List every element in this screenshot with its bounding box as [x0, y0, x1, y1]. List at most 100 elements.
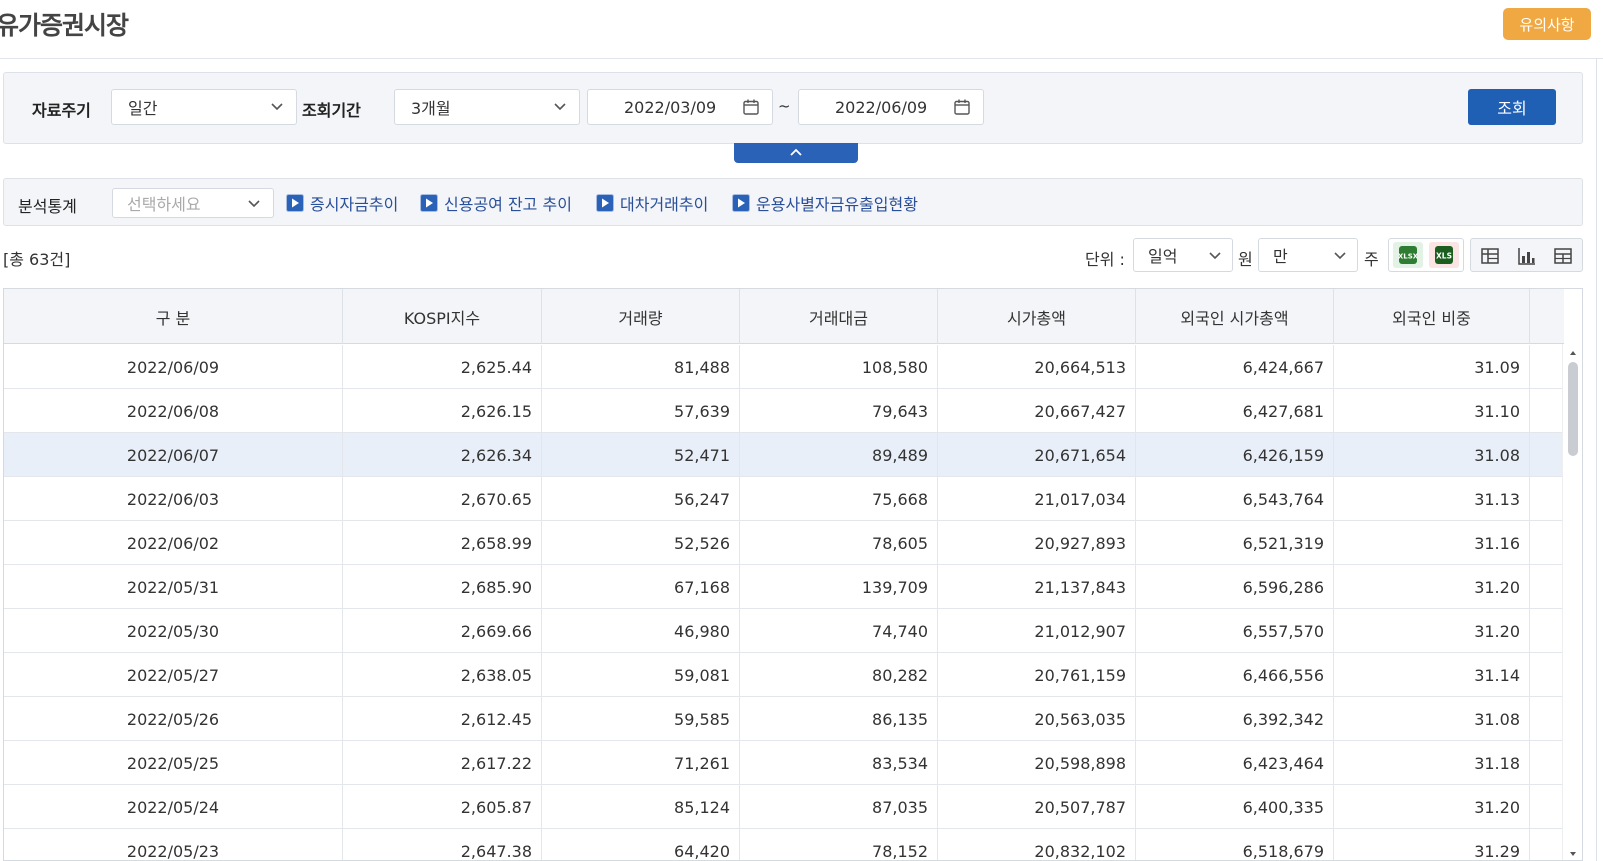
link-credit-balance[interactable]: 신용공여 잔고 추이 — [420, 191, 572, 215]
cell-col-volume: 64,420 — [542, 829, 740, 860]
cell-col-kospi: 2,612.45 — [343, 697, 542, 741]
unit-label: 단위 : — [1085, 250, 1125, 269]
total-count: [총 63건] — [3, 250, 71, 269]
chart-view-icon[interactable] — [1517, 246, 1537, 266]
cell-col-kospi: 2,647.38 — [343, 829, 542, 860]
date-to-value: 2022/06/09 — [835, 97, 928, 117]
date-to-field[interactable]: 2022/06/09 — [798, 89, 984, 125]
grid-view-icon[interactable] — [1553, 246, 1573, 266]
money-unit-select[interactable]: 일억 — [1133, 238, 1233, 272]
period-select[interactable]: 일간 — [111, 89, 297, 125]
date-from-value: 2022/03/09 — [624, 97, 717, 117]
table-row[interactable]: 2022/05/25 2,617.22 71,261 83,534 20,598,898… — [4, 741, 1564, 785]
grid-body: 2022/06/09 2,625.44 81,488 108,580 20,664,51… — [4, 345, 1564, 860]
analysis-select[interactable]: 선택하세요 — [112, 188, 274, 218]
table-row[interactable]: 2022/05/31 2,685.90 67,168 139,709 21,137,84… — [4, 565, 1564, 609]
cell-col-kospi: 2,625.44 — [343, 345, 542, 389]
calendar-icon[interactable] — [953, 98, 971, 116]
cell-col-kospi: 2,685.90 — [343, 565, 542, 609]
cell-col-kospi: 2,658.99 — [343, 521, 542, 565]
share-unit-value: 만 — [1273, 247, 1288, 266]
header-col-volume: 거래량 — [542, 289, 740, 344]
header-col-foreign-cap: 외국인 시가총액 — [1136, 289, 1334, 344]
link-market-funds[interactable]: 증시자금추이 — [286, 191, 398, 215]
cell-col-market-cap: 20,563,035 — [938, 697, 1136, 741]
link-lending-trend[interactable]: 대차거래추이 — [596, 191, 708, 215]
analysis-select-placeholder: 선택하세요 — [127, 195, 201, 214]
table-row[interactable]: 2022/06/02 2,658.99 52,526 78,605 20,927,893… — [4, 521, 1564, 565]
cell-col-foreign-ratio: 31.10 — [1334, 389, 1530, 433]
cell-col-volume: 71,261 — [542, 741, 740, 785]
table-row[interactable]: 2022/05/23 2,647.38 64,420 78,152 20,832,102… — [4, 829, 1564, 860]
cell-col-volume: 59,081 — [542, 653, 740, 697]
cell-col-market-cap: 21,017,034 — [938, 477, 1136, 521]
cell-col-value: 108,580 — [740, 345, 938, 389]
cell-col-kospi: 2,626.15 — [343, 389, 542, 433]
data-grid: 구 분 KOSPI지수 거래량 거래대금 시가총액 외국인 시가총액 외국인 비중 2022… — [3, 288, 1583, 861]
table-row[interactable]: 2022/05/27 2,638.05 59,081 80,282 20,761,159… — [4, 653, 1564, 697]
period-select-value: 일간 — [128, 99, 158, 118]
calendar-icon[interactable] — [742, 98, 760, 116]
cell-col-kospi: 2,638.05 — [343, 653, 542, 697]
share-unit-select[interactable]: 만 — [1258, 238, 1358, 272]
cell-col-foreign-cap: 6,596,286 — [1136, 565, 1334, 609]
header-col-market-cap: 시가총액 — [938, 289, 1136, 344]
scroll-up-icon[interactable] — [1569, 349, 1577, 357]
search-button[interactable]: 조회 — [1468, 89, 1556, 125]
grid-header: 구 분 KOSPI지수 거래량 거래대금 시가총액 외국인 시가총액 외국인 비중 — [4, 289, 1564, 344]
cell-col-value: 79,643 — [740, 389, 938, 433]
cell-col-kospi: 2,670.65 — [343, 477, 542, 521]
chevron-up-icon — [790, 148, 802, 156]
table-row[interactable]: 2022/05/26 2,612.45 59,585 86,135 20,563,035… — [4, 697, 1564, 741]
cell-col-foreign-ratio: 31.20 — [1334, 785, 1530, 829]
cell-col-foreign-cap: 6,424,667 — [1136, 345, 1334, 389]
range-select[interactable]: 3개월 — [394, 89, 580, 125]
link-fund-flow[interactable]: 운용사별자금유출입현황 — [732, 191, 918, 215]
link-label: 대차거래추이 — [620, 195, 709, 214]
table-row[interactable]: 2022/05/30 2,669.66 46,980 74,740 21,012,907… — [4, 609, 1564, 653]
cell-col-market-cap: 20,667,427 — [938, 389, 1136, 433]
cell-col-market-cap: 21,137,843 — [938, 565, 1136, 609]
xls-download-button[interactable]: XLS — [1429, 242, 1459, 268]
cell-col-kospi: 2,626.34 — [343, 433, 542, 477]
cell-col-date: 2022/05/25 — [4, 741, 343, 785]
cell-col-date: 2022/05/26 — [4, 697, 343, 741]
cell-col-foreign-cap: 6,466,556 — [1136, 653, 1334, 697]
cell-col-date: 2022/06/07 — [4, 433, 343, 477]
scroll-down-icon[interactable] — [1569, 850, 1577, 858]
xlsx-download-icon: XLSX — [1398, 246, 1419, 264]
notice-button[interactable]: 유의사항 — [1503, 8, 1591, 40]
chevron-down-icon — [1334, 252, 1346, 260]
cell-col-market-cap: 20,664,513 — [938, 345, 1136, 389]
cell-col-market-cap: 20,507,787 — [938, 785, 1136, 829]
scroll-thumb[interactable] — [1568, 362, 1578, 456]
cell-col-date: 2022/06/08 — [4, 389, 343, 433]
xlsx-download-button[interactable]: XLSX — [1393, 242, 1423, 268]
svg-text:XLSX: XLSX — [1398, 253, 1419, 261]
chevron-down-icon — [248, 200, 260, 208]
chevron-down-icon — [271, 103, 283, 111]
table-row[interactable]: 2022/06/03 2,670.65 56,247 75,668 21,017,034… — [4, 477, 1564, 521]
header-col-date: 구 분 — [4, 289, 343, 344]
cell-col-foreign-ratio: 31.18 — [1334, 741, 1530, 785]
cell-col-value: 75,668 — [740, 477, 938, 521]
cell-col-foreign-ratio: 31.20 — [1334, 565, 1530, 609]
cell-col-value: 87,035 — [740, 785, 938, 829]
cell-col-foreign-cap: 6,557,570 — [1136, 609, 1334, 653]
search-panel: 자료주기 일간 조회기간 3개월 2022/03/09 ~ 2022/06/09… — [3, 72, 1583, 144]
table-row[interactable]: 2022/06/09 2,625.44 81,488 108,580 20,664,51… — [4, 345, 1564, 389]
excel-download-group: XLSX XLS — [1388, 238, 1464, 272]
table-view-icon[interactable] — [1480, 246, 1500, 266]
analysis-bar: 분석통계 선택하세요 증시자금추이 신용공여 잔고 추이 대차거래추이 운용사별… — [3, 178, 1583, 226]
collapse-toggle[interactable] — [734, 143, 858, 163]
cell-col-date: 2022/05/30 — [4, 609, 343, 653]
link-label: 신용공여 잔고 추이 — [444, 195, 572, 214]
table-row[interactable]: 2022/06/07 2,626.34 52,471 89,489 20,671,654… — [4, 433, 1564, 477]
analysis-label: 분석통계 — [18, 197, 77, 216]
cell-col-foreign-cap: 6,518,679 — [1136, 829, 1334, 860]
vertical-scrollbar[interactable] — [1562, 344, 1582, 860]
date-from-field[interactable]: 2022/03/09 — [587, 89, 773, 125]
cell-col-foreign-ratio: 31.08 — [1334, 697, 1530, 741]
table-row[interactable]: 2022/06/08 2,626.15 57,639 79,643 20,667,427… — [4, 389, 1564, 433]
table-row[interactable]: 2022/05/24 2,605.87 85,124 87,035 20,507,787… — [4, 785, 1564, 829]
